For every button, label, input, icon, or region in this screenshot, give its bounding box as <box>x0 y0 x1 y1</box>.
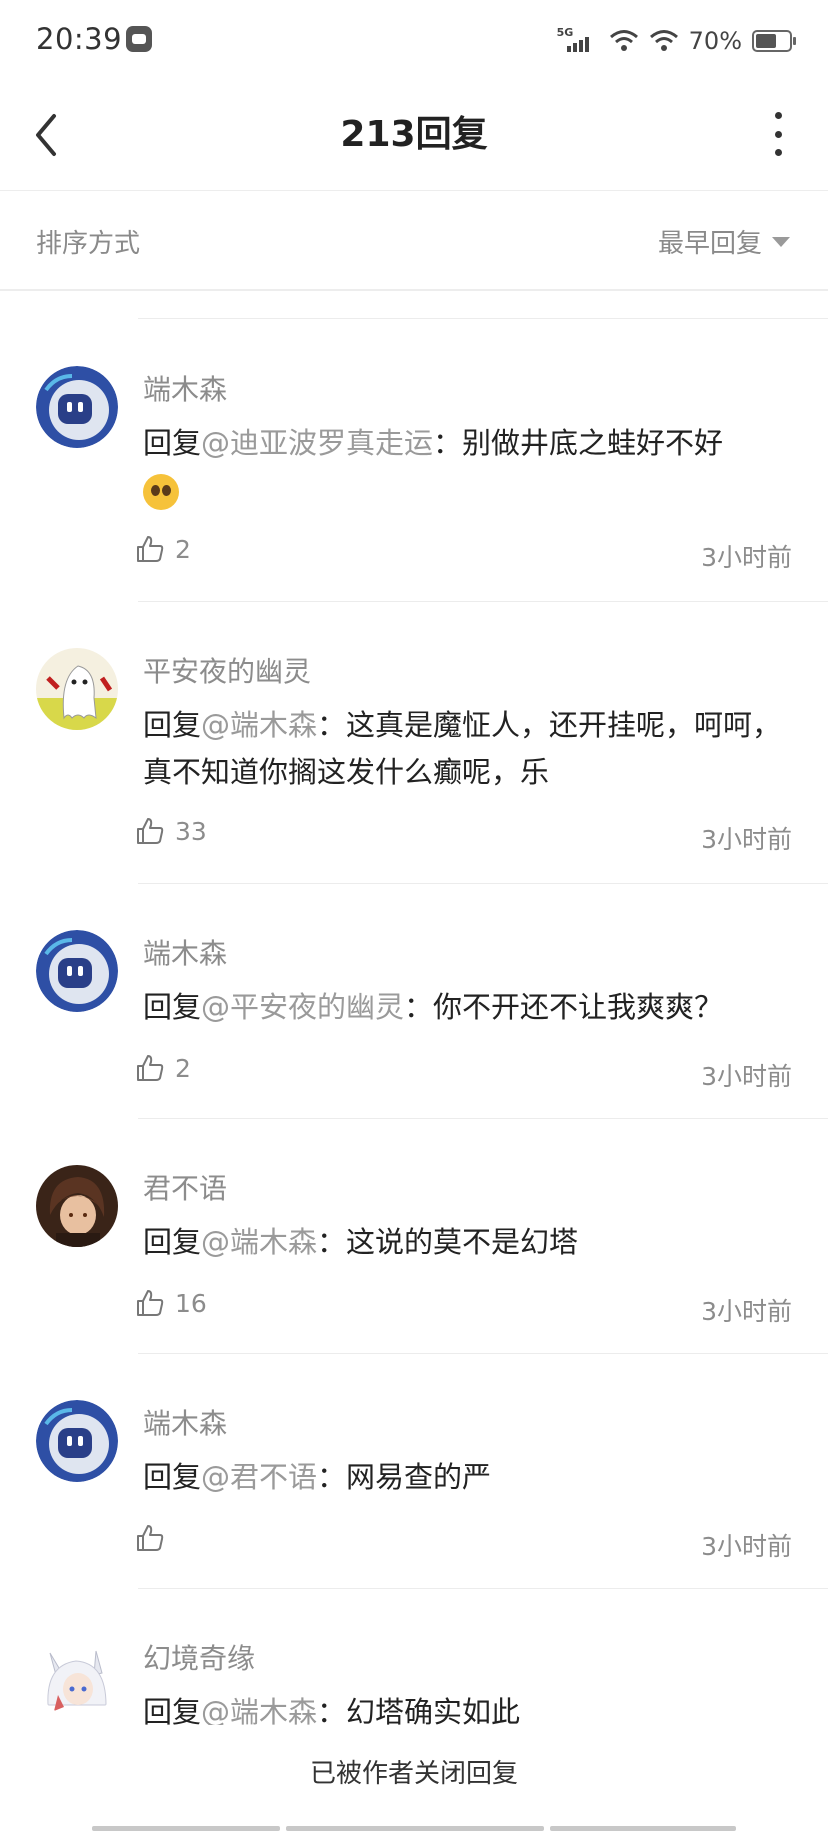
reply-author[interactable]: 端木森 <box>143 368 227 408</box>
reply-mention[interactable]: @端木森 <box>201 708 317 742</box>
reply-author[interactable]: 平安夜的幽灵 <box>143 650 311 690</box>
cellular-signal-icon: 5G <box>557 26 599 56</box>
like-count: 33 <box>175 816 207 846</box>
reply-mention[interactable]: @迪亚波罗真走运 <box>201 426 433 460</box>
reply-mention[interactable]: @端木森 <box>201 1695 317 1725</box>
wifi-icon <box>649 30 678 51</box>
reply-item: 幻境奇缘 回复@端木森：幻塔确实如此 <box>0 1589 828 1725</box>
page-title: 213回复 <box>340 114 488 155</box>
like-count: 16 <box>175 1288 207 1318</box>
thumbs-up-icon <box>137 818 164 844</box>
reply-mention[interactable]: @端木森 <box>201 1225 317 1259</box>
reply-text: 别做井底之蛙好不好 <box>462 426 724 460</box>
reply-separator: ： <box>317 1225 347 1259</box>
reply-separator: ： <box>317 708 347 742</box>
reply-author[interactable]: 端木森 <box>143 932 227 972</box>
battery-percent: 70% <box>688 27 742 55</box>
reply-prefix: 回复 <box>143 1225 202 1259</box>
reply-content: 回复@端木森：这真是魔怔人，还开挂呢，呵呵，真不知道你搁这发什么癫呢，乐 <box>143 702 784 796</box>
reply-content: 回复@迪亚波罗真走运：别做井底之蛙好不好 <box>143 420 784 514</box>
like-button[interactable]: 33 <box>135 816 207 846</box>
reply-prefix: 回复 <box>143 990 202 1024</box>
reply-prefix: 回复 <box>143 426 202 460</box>
gamepad-app-icon <box>126 26 152 52</box>
reply-text: 这说的莫不是幻塔 <box>346 1225 579 1259</box>
nav-gesture-bar <box>92 1826 736 1831</box>
wifi-data-icon <box>609 30 638 51</box>
avatar-robot[interactable] <box>36 366 118 448</box>
reply-text: 网易查的严 <box>346 1460 492 1494</box>
reply-mention[interactable]: @平安夜的幽灵 <box>201 990 404 1024</box>
avatar-ghost[interactable] <box>36 648 118 730</box>
reply-content: 回复@平安夜的幽灵：你不开还不让我爽爽？ <box>143 984 784 1031</box>
reply-separator: ： <box>404 990 434 1024</box>
reply-actions: 3小时前 <box>135 1523 792 1563</box>
reply-list[interactable]: 端木森 回复@迪亚波罗真走运：别做井底之蛙好不好 2 3小时前 平安夜的幽灵 回… <box>0 320 828 1725</box>
reply-separator: ： <box>433 426 463 460</box>
avatar-anime-boy[interactable] <box>36 1165 118 1247</box>
thumbs-up-icon <box>137 536 164 562</box>
reply-actions: 16 3小时前 <box>135 1288 792 1328</box>
more-options-icon[interactable] <box>768 112 788 156</box>
like-count: 2 <box>175 1053 191 1083</box>
status-time: 20:39 <box>36 22 123 56</box>
top-nav-bar: 213回复 <box>0 80 828 191</box>
like-button[interactable]: 16 <box>135 1288 207 1318</box>
like-button[interactable]: 2 <box>135 534 191 564</box>
thumbs-up-icon <box>137 1525 164 1551</box>
reply-separator: ： <box>317 1695 347 1725</box>
reply-text: 你不开还不让我爽爽？ <box>433 990 724 1024</box>
reply-content: 回复@端木森：幻塔确实如此 <box>143 1689 784 1725</box>
caret-down-icon <box>772 236 790 247</box>
like-count: 2 <box>175 534 191 564</box>
reply-item: 平安夜的幽灵 回复@端木森：这真是魔怔人，还开挂呢，呵呵，真不知道你搁这发什么癫… <box>0 602 828 884</box>
like-button[interactable]: 2 <box>135 1053 191 1083</box>
pleading-face-emoji <box>143 474 179 510</box>
reply-item: 端木森 回复@君不语：网易查的严 3小时前 <box>0 1354 828 1589</box>
sort-label: 排序方式 <box>36 229 141 259</box>
reply-prefix: 回复 <box>143 1695 202 1725</box>
status-indicators: 5G 70% <box>557 24 796 58</box>
reply-prefix: 回复 <box>143 708 202 742</box>
reply-content: 回复@端木森：这说的莫不是幻塔 <box>143 1219 784 1266</box>
reply-item: 端木森 回复@迪亚波罗真走运：别做井底之蛙好不好 2 3小时前 <box>0 320 828 602</box>
sort-bar: 排序方式 最早回复 <box>0 191 828 291</box>
reply-time: 3小时前 <box>701 543 792 572</box>
avatar-robot[interactable] <box>36 930 118 1012</box>
thumbs-up-icon <box>137 1055 164 1081</box>
reply-actions: 2 3小时前 <box>135 534 792 574</box>
reply-time: 3小时前 <box>701 825 792 854</box>
reply-actions: 2 3小时前 <box>135 1053 792 1093</box>
reply-author[interactable]: 端木森 <box>143 1402 227 1442</box>
divider <box>138 318 828 319</box>
reply-author[interactable]: 幻境奇缘 <box>143 1637 255 1677</box>
reply-item: 端木森 回复@平安夜的幽灵：你不开还不让我爽爽？ 2 3小时前 <box>0 884 828 1119</box>
sort-dropdown[interactable]: 最早回复 <box>658 223 790 260</box>
thumbs-up-icon <box>137 1290 164 1316</box>
like-button[interactable] <box>135 1523 175 1553</box>
avatar-anime-fox[interactable] <box>36 1635 118 1717</box>
avatar-robot[interactable] <box>36 1400 118 1482</box>
reply-content: 回复@君不语：网易查的严 <box>143 1454 784 1501</box>
sort-selected-value: 最早回复 <box>657 229 762 259</box>
status-bar: 20:39 5G 70% <box>0 0 828 80</box>
reply-item: 君不语 回复@端木森：这说的莫不是幻塔 16 3小时前 <box>0 1119 828 1354</box>
reply-time: 3小时前 <box>701 1532 792 1561</box>
reply-separator: ： <box>317 1460 347 1494</box>
replies-closed-notice: 已被作者关闭回复 <box>309 1759 518 1789</box>
battery-icon <box>752 30 796 52</box>
reply-prefix: 回复 <box>143 1460 202 1494</box>
reply-text: 幻塔确实如此 <box>346 1695 521 1725</box>
reply-time: 3小时前 <box>701 1062 792 1091</box>
reply-author[interactable]: 君不语 <box>143 1167 227 1207</box>
reply-actions: 33 3小时前 <box>135 816 792 856</box>
reply-closed-footer: 已被作者关闭回复 <box>0 1725 828 1840</box>
reply-time: 3小时前 <box>701 1297 792 1326</box>
reply-mention[interactable]: @君不语 <box>201 1460 317 1494</box>
